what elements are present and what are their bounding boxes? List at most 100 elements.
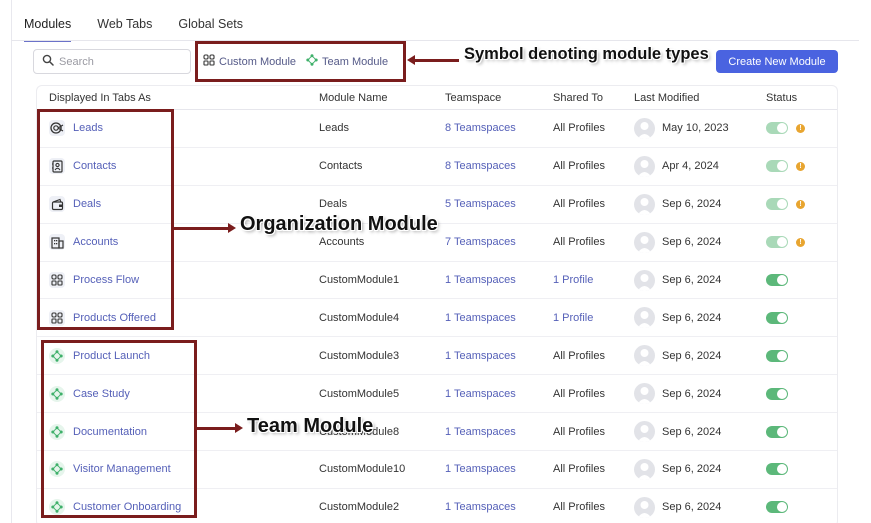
table-header: Displayed In Tabs As Module Name Teamspa… <box>37 86 837 110</box>
avatar <box>634 421 655 443</box>
teamspace-link[interactable]: 8 Teamspaces <box>445 122 516 134</box>
info-icon[interactable]: ! <box>796 123 805 133</box>
teamspace-link[interactable]: 1 Teamspaces <box>445 501 516 513</box>
shared-to-value: All Profiles <box>553 349 605 362</box>
search-box[interactable] <box>33 49 191 74</box>
tab-bar: Modules Web Tabs Global Sets <box>24 17 243 42</box>
header-teamspace: Teamspace <box>445 91 502 104</box>
annotation-arrow-symbol <box>407 55 459 65</box>
module-name-cell: CustomModule3 <box>319 349 400 362</box>
module-name-cell: CustomModule4 <box>319 311 400 324</box>
status-cell <box>766 387 836 400</box>
avatar <box>634 155 655 177</box>
tab-global-sets[interactable]: Global Sets <box>178 17 243 42</box>
module-name-cell: CustomModule2 <box>319 501 400 514</box>
avatar <box>634 458 655 480</box>
annotation-org-label: Organization Module <box>240 213 438 235</box>
teamspace-link[interactable]: 1 Teamspaces <box>445 274 516 286</box>
tab-modules[interactable]: Modules <box>24 17 72 42</box>
header-shared-to: Shared To <box>553 91 603 104</box>
avatar <box>634 496 655 518</box>
status-cell: ! <box>766 160 836 173</box>
last-modified-date: Sep 6, 2024 <box>662 349 722 362</box>
status-cell <box>766 274 836 286</box>
status-toggle[interactable] <box>766 274 788 286</box>
search-input[interactable] <box>59 55 179 68</box>
avatar <box>634 345 655 367</box>
avatar <box>634 307 655 329</box>
teamspace-link[interactable]: 8 Teamspaces <box>445 160 516 172</box>
last-modified-date: May 10, 2023 <box>662 122 729 135</box>
info-icon[interactable]: ! <box>796 199 805 209</box>
last-modified-date: Sep 6, 2024 <box>662 236 722 249</box>
last-modified-date: Sep 6, 2024 <box>662 274 722 286</box>
avatar <box>634 269 655 291</box>
last-modified-date: Sep 6, 2024 <box>662 425 722 438</box>
status-toggle[interactable] <box>766 311 788 324</box>
annotation-symbol-label: Symbol denoting module types <box>464 45 709 63</box>
annotation-team-label: Team Module <box>247 415 374 437</box>
tabs-divider <box>11 40 859 41</box>
shared-to-value[interactable]: 1 Profile <box>553 312 593 324</box>
status-toggle[interactable] <box>766 236 788 249</box>
module-name-cell: Contacts <box>319 160 363 173</box>
status-toggle[interactable] <box>766 198 788 211</box>
status-toggle[interactable] <box>766 501 788 514</box>
module-name-cell: CustomModule5 <box>319 387 400 400</box>
last-modified-cell: May 10, 2023 <box>634 117 766 139</box>
annotation-legend-box <box>195 41 406 82</box>
shared-to-value[interactable]: 1 Profile <box>553 274 593 286</box>
teamspace-link[interactable]: 1 Teamspaces <box>445 426 516 438</box>
status-cell <box>766 349 836 362</box>
teamspace-link[interactable]: 1 Teamspaces <box>445 388 516 400</box>
status-cell: ! <box>766 198 836 211</box>
status-toggle[interactable] <box>766 122 788 135</box>
info-icon[interactable]: ! <box>796 237 805 247</box>
create-new-module-button[interactable]: Create New Module <box>716 50 838 73</box>
last-modified-cell: Sep 6, 2024 <box>634 383 766 405</box>
last-modified-date: Sep 6, 2024 <box>662 463 722 476</box>
last-modified-cell: Sep 6, 2024 <box>634 421 766 443</box>
teamspace-link[interactable]: 1 Teamspaces <box>445 463 516 475</box>
last-modified-cell: Sep 6, 2024 <box>634 307 766 329</box>
avatar <box>634 383 655 405</box>
shared-to-value: All Profiles <box>553 463 605 476</box>
annotation-org-box <box>37 109 174 330</box>
status-toggle[interactable] <box>766 463 788 476</box>
tab-web-tabs[interactable]: Web Tabs <box>97 17 152 42</box>
status-cell <box>766 311 836 324</box>
last-modified-date: Sep 6, 2024 <box>662 387 722 400</box>
last-modified-cell: Sep 6, 2024 <box>634 458 766 480</box>
status-cell <box>766 463 836 476</box>
last-modified-date: Apr 4, 2024 <box>662 160 719 173</box>
search-icon <box>42 53 54 71</box>
shared-to-value: All Profiles <box>553 122 605 135</box>
shared-to-value: All Profiles <box>553 387 605 400</box>
header-displayed-in-tabs-as: Displayed In Tabs As <box>49 91 151 104</box>
status-cell: ! <box>766 122 836 135</box>
annotation-team-box <box>41 340 197 518</box>
module-name-cell: CustomModule10 <box>319 463 406 476</box>
teamspace-link[interactable]: 7 Teamspaces <box>445 236 516 248</box>
teamspace-link[interactable]: 1 Teamspaces <box>445 350 516 362</box>
module-name-cell: Leads <box>319 122 349 135</box>
avatar <box>634 231 655 253</box>
last-modified-cell: Sep 6, 2024 <box>634 496 766 518</box>
teamspace-link[interactable]: 1 Teamspaces <box>445 312 516 324</box>
status-toggle[interactable] <box>766 425 788 438</box>
last-modified-cell: Apr 4, 2024 <box>634 155 766 177</box>
annotation-arrow-org <box>174 223 236 233</box>
annotation-arrow-team <box>197 423 243 433</box>
last-modified-cell: Sep 6, 2024 <box>634 269 766 291</box>
info-icon[interactable]: ! <box>796 161 805 171</box>
teamspace-link[interactable]: 5 Teamspaces <box>445 198 516 210</box>
module-name-cell: Accounts <box>319 236 365 249</box>
status-toggle[interactable] <box>766 349 788 362</box>
last-modified-cell: Sep 6, 2024 <box>634 193 766 215</box>
header-module-name: Module Name <box>319 91 388 104</box>
status-toggle[interactable] <box>766 160 788 173</box>
last-modified-date: Sep 6, 2024 <box>662 311 722 324</box>
avatar <box>634 193 655 215</box>
last-modified-cell: Sep 6, 2024 <box>634 231 766 253</box>
status-toggle[interactable] <box>766 387 788 400</box>
